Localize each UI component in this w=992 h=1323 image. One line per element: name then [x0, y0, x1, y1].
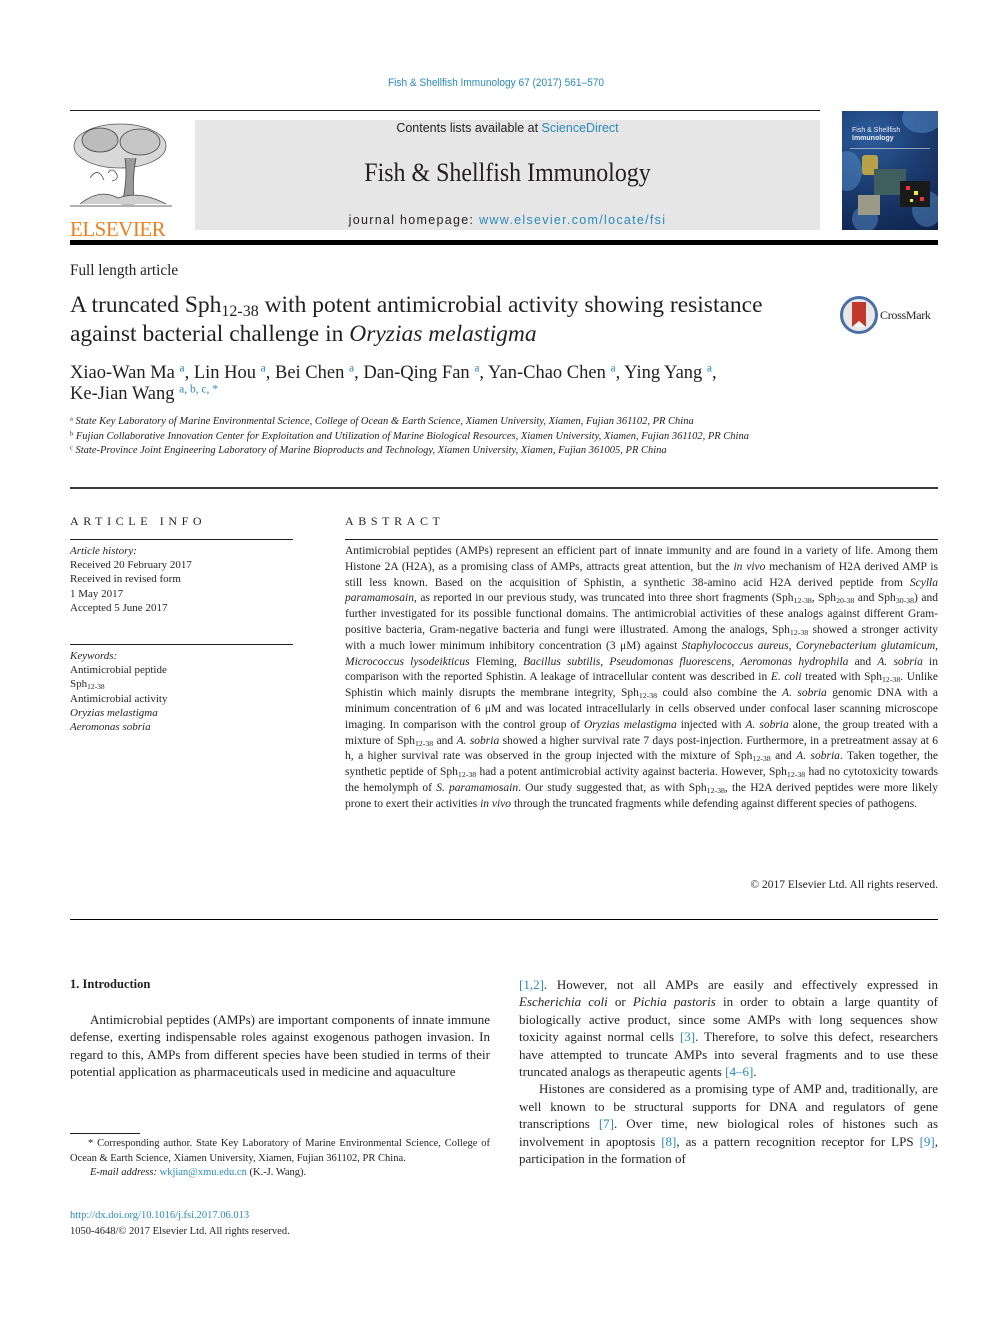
author-corresponding[interactable]: Ke-Jian Wang a, b, c, *	[70, 384, 218, 404]
corresponding-note: * Corresponding author. State Key Labora…	[70, 1138, 490, 1164]
crossmark-button[interactable]: CrossMark	[840, 296, 940, 334]
homepage-line: journal homepage: www.elsevier.com/locat…	[195, 213, 820, 227]
author[interactable]: Lin Hou a	[194, 363, 266, 383]
intro-paragraph-2: Histones are considered as a promising t…	[519, 1081, 938, 1167]
author[interactable]: Ying Yang a	[624, 363, 712, 383]
article-type: Full length article	[70, 262, 179, 279]
affiliation-a: a State Key Laboratory of Marine Environ…	[70, 415, 694, 427]
cover-micrograph-3	[900, 181, 930, 207]
keywords-divider	[70, 644, 293, 645]
sciencedirect-link[interactable]: ScienceDirect	[542, 121, 619, 135]
intro-right-column: [1,2]. However, not all AMPs are easily …	[519, 976, 938, 1167]
cover-title-line1: Fish & Shellfish	[852, 127, 901, 134]
reference-link[interactable]: [8]	[661, 1134, 676, 1149]
intro-paragraph-1-cont: [1,2]. However, not all AMPs are easily …	[519, 977, 939, 1080]
crossmark-label: CrossMark	[880, 308, 931, 322]
journal-title: Fish & Shellfish Immunology	[364, 158, 651, 187]
issn-line: 1050-4648/© 2017 Elsevier Ltd. All right…	[70, 1226, 290, 1237]
cover-title-line2: Immunology	[852, 135, 894, 142]
keyword-subscript: 12-38	[87, 682, 105, 692]
header-divider	[70, 110, 820, 111]
title-subscript: 12-38	[221, 302, 259, 320]
footnote-divider	[70, 1133, 140, 1134]
journal-cover-image[interactable]: Fish & Shellfish Immunology	[842, 111, 938, 230]
keyword: Oryzias melastigma	[70, 706, 158, 719]
cover-micrograph-4	[858, 195, 880, 215]
keyword: Antimicrobial peptide	[70, 664, 167, 677]
intro-paragraph-1: Antimicrobial peptides (AMPs) are import…	[70, 1012, 490, 1080]
history-item: 1 May 2017	[70, 587, 124, 600]
elsevier-logo[interactable]: ELSEVIER	[70, 118, 172, 241]
abstract-divider	[345, 539, 938, 540]
doi-link[interactable]: http://dx.doi.org/10.1016/j.fsi.2017.06.…	[70, 1210, 249, 1221]
author[interactable]: Xiao-Wan Ma a	[70, 363, 185, 383]
title-species: Oryzias melastigma	[349, 321, 537, 347]
reference-link[interactable]: [3]	[680, 1029, 695, 1044]
elsevier-tree-icon	[70, 118, 172, 214]
history-item: Received in revised form	[70, 573, 181, 586]
reference-link[interactable]: [1,2]	[519, 977, 544, 992]
affiliation-b: b Fujian Collaborative Innovation Center…	[70, 429, 749, 442]
journal-citation-link[interactable]: Fish & Shellfish Immunology 67 (2017) 56…	[40, 77, 953, 89]
cover-divider	[850, 148, 930, 149]
email-link[interactable]: wkjian@xmu.edu.cn	[160, 1167, 247, 1178]
body-divider	[70, 919, 938, 920]
history-label: Article history:	[70, 545, 137, 557]
contents-prefix: Contents lists available at	[396, 121, 542, 135]
author-list: Xiao-Wan Ma a, Lin Hou a, Bei Chen a, Da…	[70, 362, 717, 404]
keyword: Sph12-38	[70, 678, 105, 692]
author[interactable]: Yan-Chao Chen a	[488, 363, 616, 383]
header-thick-divider	[70, 240, 938, 245]
contents-line: Contents lists available at ScienceDirec…	[195, 121, 820, 135]
author[interactable]: Bei Chen a	[275, 363, 354, 383]
reference-link[interactable]: [7]	[599, 1116, 614, 1131]
abstract-heading: ABSTRACT	[345, 514, 445, 528]
cover-title: Fish & Shellfish Immunology	[852, 127, 900, 143]
keyword: Antimicrobial activity	[70, 692, 168, 705]
article-info-heading: ARTICLE INFO	[70, 514, 207, 528]
article-title: A truncated Sph12-38 with potent antimic…	[70, 291, 810, 349]
abstract-copyright: © 2017 Elsevier Ltd. All rights reserved…	[750, 879, 938, 891]
keywords: Keywords: Antimicrobial peptide Sph12-38…	[70, 649, 300, 734]
corresponding-author-footnote: * Corresponding author. State Key Labora…	[70, 1137, 490, 1181]
abstract-text: Antimicrobial peptides (AMPs) represent …	[345, 545, 939, 810]
article-info-divider	[70, 539, 293, 540]
reference-link[interactable]: [9]	[920, 1134, 935, 1149]
affiliations: a State Key Laboratory of Marine Environ…	[70, 415, 815, 459]
author[interactable]: Dan-Qing Fan a	[363, 363, 479, 383]
article-history: Article history: Received 20 February 20…	[70, 544, 300, 615]
section-divider	[70, 487, 938, 489]
keyword: Aeromonas sobria	[70, 721, 151, 734]
section-heading-introduction: 1. Introduction	[70, 977, 151, 991]
homepage-prefix: journal homepage:	[348, 213, 480, 227]
crossmark-icon	[840, 296, 878, 334]
reference-link[interactable]: [4–6]	[725, 1064, 753, 1079]
title-text-1: A truncated Sph	[70, 292, 222, 318]
journal-homepage-link[interactable]: www.elsevier.com/locate/fsi	[479, 213, 666, 227]
elsevier-wordmark: ELSEVIER	[70, 217, 166, 241]
history-item: Accepted 5 June 2017	[70, 601, 168, 614]
history-item: Received 20 February 2017	[70, 559, 192, 572]
affiliation-c: c State-Province Joint Engineering Labor…	[70, 444, 667, 456]
email-line: E-mail address: wkjian@xmu.edu.cn (K.-J.…	[90, 1167, 307, 1178]
keywords-label: Keywords:	[70, 650, 118, 662]
journal-banner: Contents lists available at ScienceDirec…	[195, 120, 820, 230]
